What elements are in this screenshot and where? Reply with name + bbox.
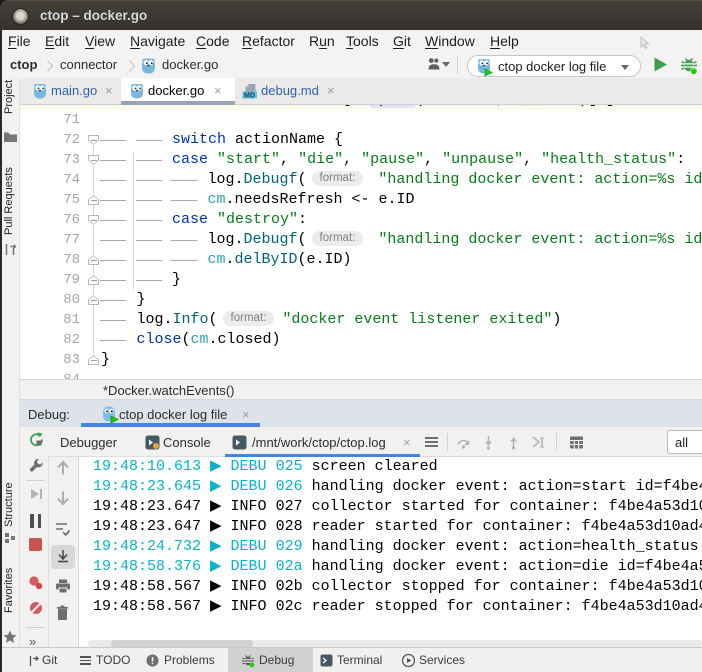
svg-text:MD: MD (244, 93, 255, 100)
